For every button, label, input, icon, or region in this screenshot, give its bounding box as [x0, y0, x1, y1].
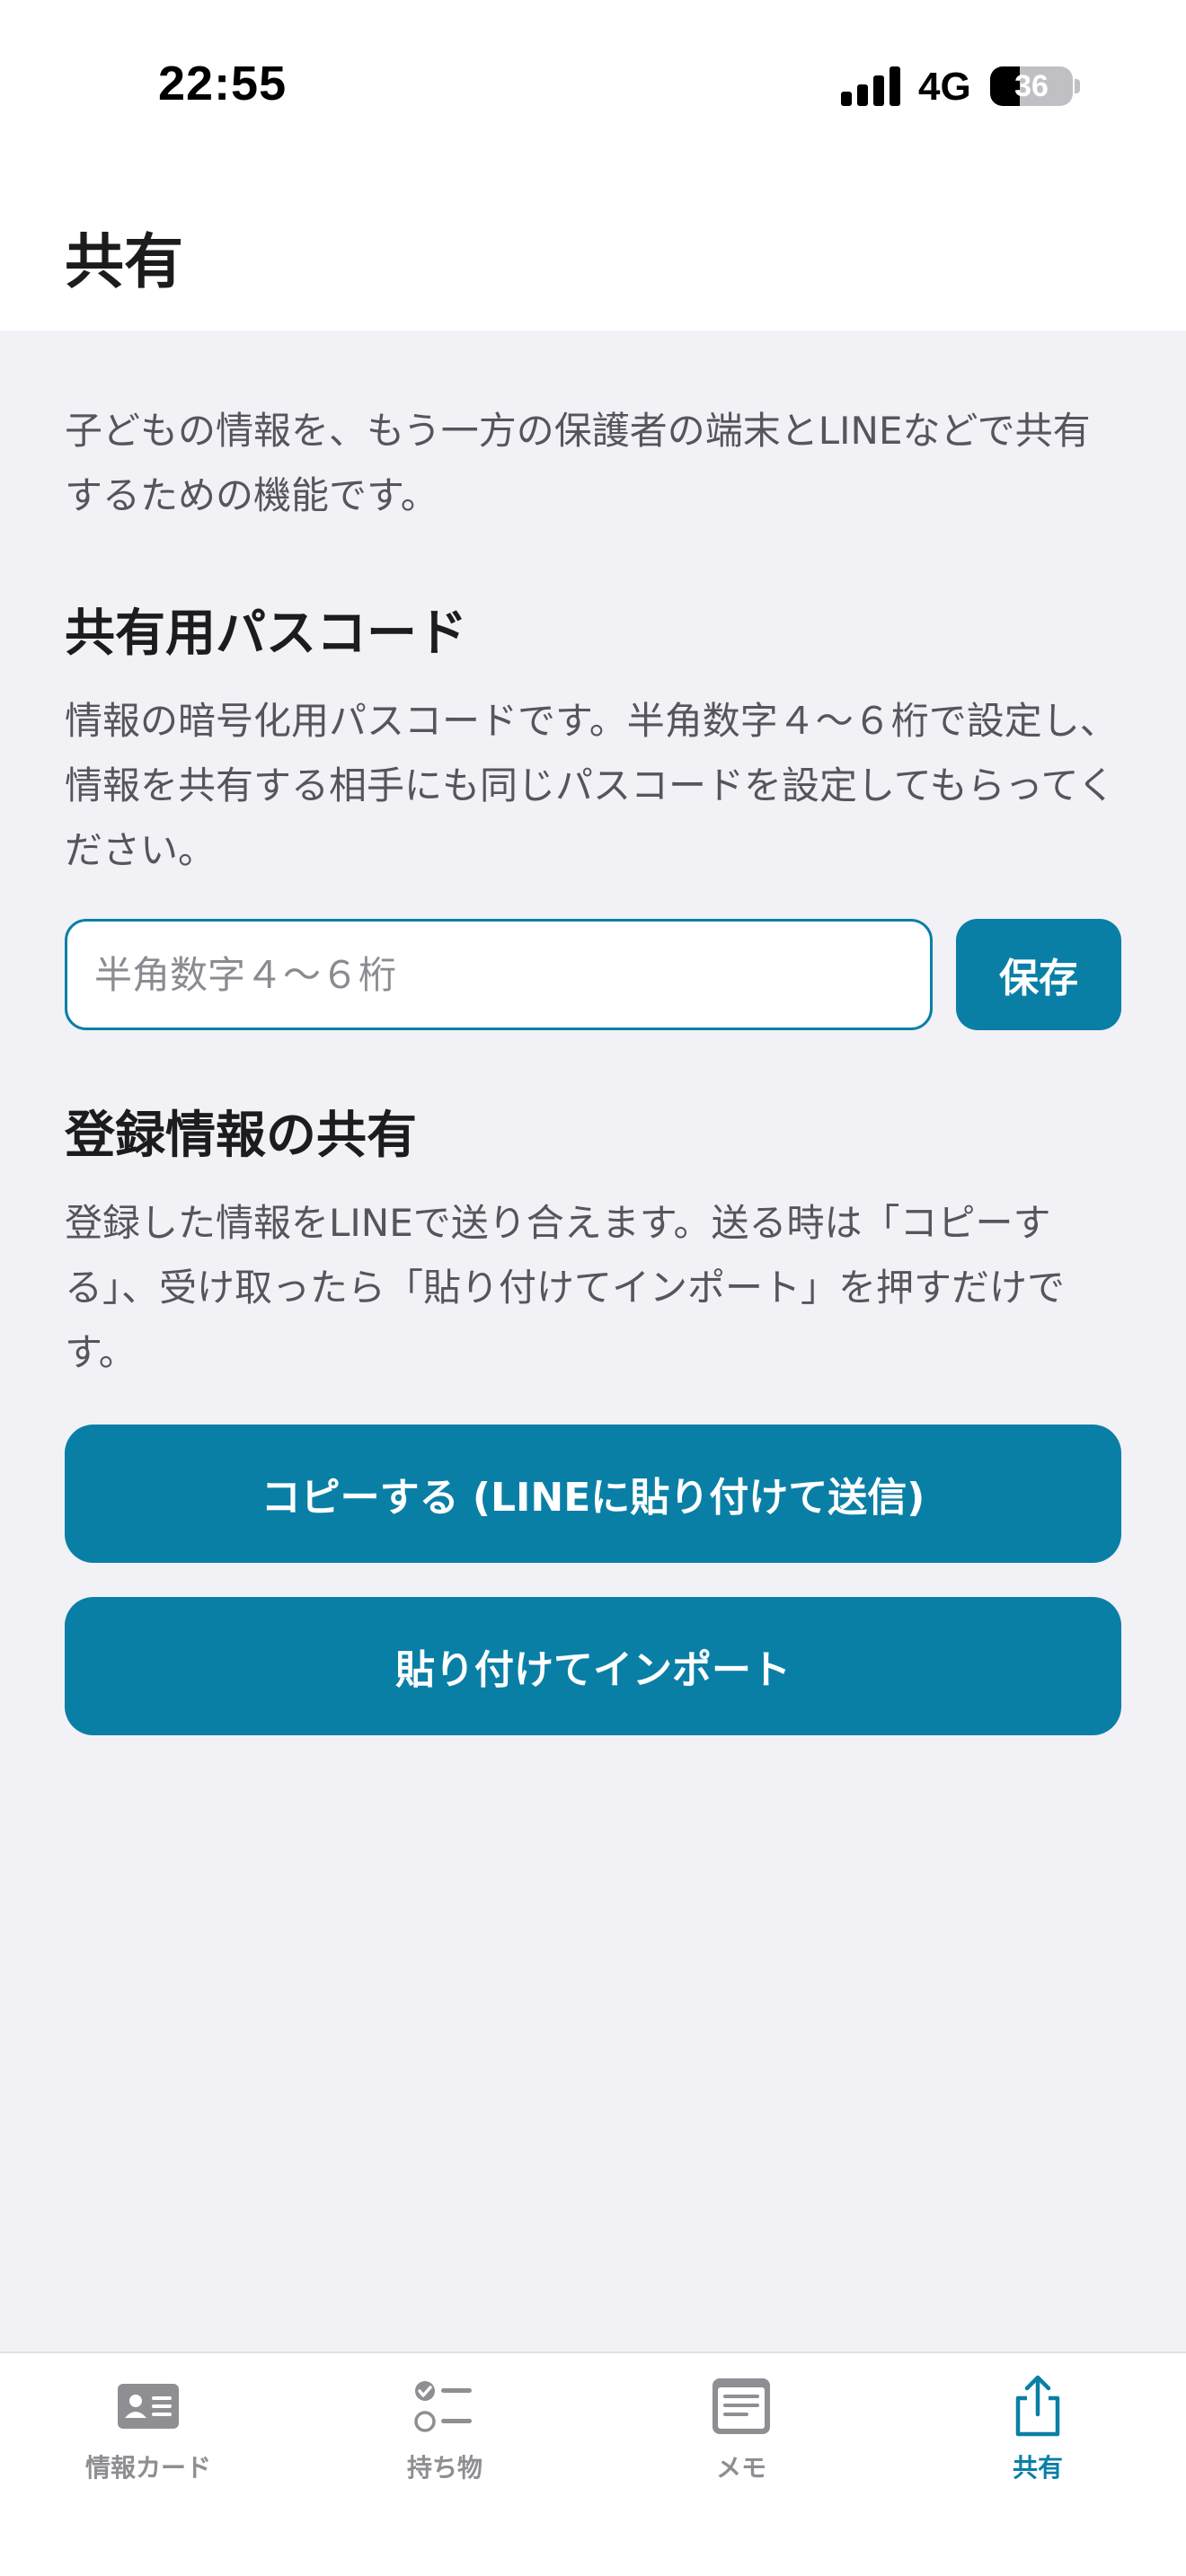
- passcode-input[interactable]: [65, 919, 933, 1030]
- id-card-icon: [118, 2384, 179, 2429]
- tab-label: 持ち物: [406, 2453, 482, 2483]
- tab-info-card[interactable]: 情報カード: [0, 2375, 296, 2492]
- tab-bar: 情報カード 持ち物 メモ 共有: [0, 2351, 1186, 2576]
- copy-button[interactable]: コピーする (LINEに貼り付けて送信): [65, 1425, 1121, 1563]
- main-content: 子どもの情報を、もう一方の保護者の端末とLINEなどで共有するための機能です。 …: [65, 331, 1121, 1735]
- share-section-title: 登録情報の共有: [65, 1107, 417, 1165]
- memo-icon: [712, 2378, 770, 2434]
- status-time: 22:55: [158, 57, 288, 110]
- passcode-section-title: 共有用パスコード: [65, 604, 467, 663]
- checklist-icon: [414, 2381, 472, 2432]
- home-indicator: [404, 2547, 782, 2560]
- share-description: 登録した情報をLINEで送り合えます。送る時は「コピーする」、受け取ったら「貼り…: [65, 1201, 1066, 1374]
- save-button[interactable]: 保存: [956, 919, 1121, 1030]
- intro-text: 子どもの情報を、もう一方の保護者の端末とLINEなどで共有するための機能です。: [65, 409, 1091, 517]
- page-title: 共有: [65, 227, 183, 296]
- share-icon: [1015, 2375, 1060, 2437]
- passcode-row: 保存: [65, 919, 1121, 1030]
- paste-import-button[interactable]: 貼り付けてインポート: [65, 1597, 1121, 1735]
- passcode-description: 情報の暗号化用パスコードです。半角数字４〜６桁で設定し、情報を共有する相手にも同…: [65, 699, 1118, 872]
- battery-cap: [1075, 79, 1080, 93]
- tab-memo[interactable]: メモ: [593, 2375, 890, 2492]
- battery-level: 36: [1014, 69, 1049, 103]
- tab-share[interactable]: 共有: [890, 2375, 1186, 2492]
- tab-label: 情報カード: [84, 2453, 211, 2483]
- tab-belongings[interactable]: 持ち物: [296, 2375, 593, 2492]
- network-type: 4G: [918, 65, 971, 109]
- header: 共有: [0, 180, 1186, 331]
- status-bar: 22:55 4G 36: [0, 0, 1186, 180]
- signal-strength-icon: [841, 66, 900, 106]
- tab-label: 共有: [1012, 2453, 1063, 2483]
- battery-icon: 36: [990, 66, 1073, 106]
- tab-label: メモ: [715, 2453, 766, 2483]
